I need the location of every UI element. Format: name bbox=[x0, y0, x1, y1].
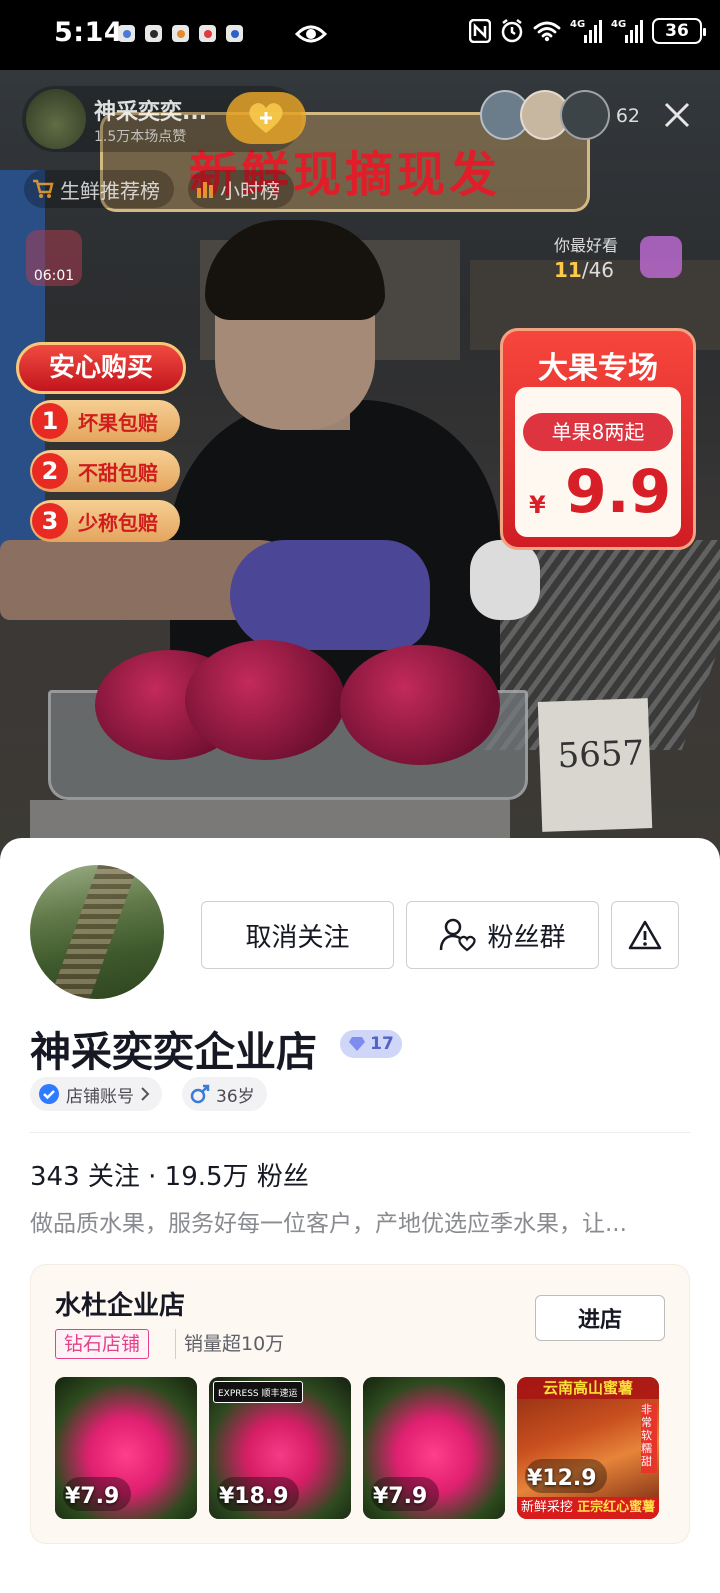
profile-name: 神采奕奕企业店 bbox=[30, 1028, 317, 1076]
product-card[interactable]: ¥7.9 bbox=[363, 1377, 505, 1519]
account-type-label: 店铺账号 bbox=[66, 1086, 134, 1107]
rank-hourly-label: 小时榜 bbox=[220, 178, 280, 203]
enter-store-button[interactable]: 进店 bbox=[535, 1295, 665, 1341]
eye-icon bbox=[295, 25, 327, 43]
fan-level-badge[interactable]: 17 bbox=[340, 1030, 402, 1058]
nfc-icon bbox=[469, 19, 491, 43]
enter-store-label: 进店 bbox=[577, 1308, 622, 1333]
guarantee-sign: 安心购买 1 坏果包赔 2 不甜包赔 3 少称包赔 bbox=[16, 342, 190, 552]
diamond-icon bbox=[349, 1037, 366, 1051]
rank-hourly[interactable]: 小时榜 bbox=[188, 170, 294, 208]
fan-group-label: 粉丝群 bbox=[487, 922, 566, 953]
host-figure-hair bbox=[205, 220, 385, 320]
promo-tag: 单果8两起 bbox=[523, 413, 673, 451]
fan-group-button[interactable]: 粉丝群 bbox=[406, 901, 599, 969]
product-side-label: 非常软糯甜 bbox=[641, 1403, 657, 1473]
handwritten-note: 5657 bbox=[537, 698, 653, 832]
promo-price: 9.9 bbox=[565, 457, 672, 527]
product-price: ¥7.9 bbox=[373, 1484, 428, 1509]
warning-icon bbox=[628, 920, 662, 950]
gift-cube-icon bbox=[640, 236, 682, 278]
guarantee-title: 安心购买 bbox=[16, 342, 186, 394]
viewer-count[interactable]: 62 bbox=[616, 105, 640, 127]
rank-fresh-recommend-label: 生鲜推荐榜 bbox=[60, 178, 160, 203]
product-list: ¥7.9 EXPRESS 顺丰速运 ¥18.9 ¥7.9 云南高山蜜薯 非常软糯… bbox=[55, 1377, 659, 1519]
divider bbox=[30, 1132, 690, 1133]
alarm-icon bbox=[501, 19, 523, 43]
male-icon bbox=[190, 1084, 210, 1104]
follow-button[interactable] bbox=[226, 92, 306, 144]
host-likes: 1.5万本场点赞 bbox=[94, 129, 187, 145]
promo-price-card: 单果8两起 ¥ 9.9 bbox=[515, 387, 681, 537]
guarantee-item: 2 不甜包赔 bbox=[30, 450, 180, 492]
guarantee-item: 1 坏果包赔 bbox=[30, 400, 180, 442]
product-card[interactable]: ¥7.9 bbox=[55, 1377, 197, 1519]
product-price: ¥7.9 bbox=[65, 1484, 120, 1509]
unfollow-label: 取消关注 bbox=[245, 922, 350, 953]
rank-fresh-recommend[interactable]: 生鲜推荐榜 bbox=[24, 170, 174, 208]
promo-card[interactable]: 大果专场 单果8两起 ¥ 9.9 bbox=[500, 328, 696, 550]
recommend-counter: 11/46 bbox=[554, 258, 615, 282]
dragon-fruit bbox=[185, 640, 345, 760]
gender-age-chip: 36岁 bbox=[182, 1077, 267, 1111]
app-notification-icon bbox=[145, 25, 162, 42]
app-notification-icon bbox=[226, 25, 243, 42]
cellular-signal-icon: 4G bbox=[570, 19, 602, 43]
rank-row: 生鲜推荐榜 小时榜 bbox=[24, 170, 294, 208]
store-card[interactable]: 水杜企业店 钻石店铺 销量超10万 进店 ¥7.9 EXPRESS 顺丰速运 ¥… bbox=[30, 1264, 690, 1544]
wifi-icon bbox=[533, 21, 561, 42]
white-glove bbox=[470, 540, 540, 620]
report-button[interactable] bbox=[611, 901, 679, 969]
host-name: 神采奕奕... bbox=[94, 100, 208, 125]
product-price: ¥18.9 bbox=[219, 1484, 289, 1509]
promo-title: 大果专场 bbox=[538, 351, 658, 386]
sf-express-logo: EXPRESS 顺丰速运 bbox=[213, 1381, 303, 1403]
user-heart-icon bbox=[440, 918, 477, 952]
profile-avatar[interactable] bbox=[30, 865, 164, 999]
store-account-chip[interactable]: 店铺账号 bbox=[30, 1077, 162, 1111]
product-footer: 新鲜采挖 正宗红心蜜薯 bbox=[517, 1497, 659, 1519]
battery-icon: 36 bbox=[652, 18, 706, 44]
app-notification-icon bbox=[172, 25, 189, 42]
close-icon[interactable] bbox=[664, 102, 690, 128]
store-sales: 销量超10万 bbox=[175, 1329, 284, 1359]
unfollow-button[interactable]: 取消关注 bbox=[201, 901, 394, 969]
store-name: 水杜企业店 bbox=[55, 1291, 186, 1321]
profile-sheet: 取消关注 粉丝群 神采奕奕企业店 17 店铺账号 36岁 343 关注 · 19… bbox=[0, 838, 720, 1593]
recommend-widget[interactable]: 你最好看 11/46 bbox=[554, 228, 682, 292]
guarantee-item: 3 少称包赔 bbox=[30, 500, 180, 542]
notification-icons bbox=[118, 25, 243, 42]
heart-plus-icon bbox=[249, 103, 283, 133]
follow-stats[interactable]: 343 关注 · 19.5万 粉丝 bbox=[30, 1156, 309, 1193]
product-card[interactable]: EXPRESS 顺丰速运 ¥18.9 bbox=[209, 1377, 351, 1519]
product-card[interactable]: 云南高山蜜薯 非常软糯甜 ¥12.9 新鲜采挖 正宗红心蜜薯 bbox=[517, 1377, 659, 1519]
timer-text: 06:01 bbox=[33, 268, 75, 284]
status-bar: 5:14 4G 4G 36 bbox=[0, 0, 720, 70]
chevron-right-icon bbox=[141, 1087, 150, 1101]
recommend-label: 你最好看 bbox=[554, 236, 619, 255]
status-right: 4G 4G 36 bbox=[469, 18, 706, 44]
viewer-avatar[interactable] bbox=[560, 90, 610, 140]
cellular-signal-icon: 4G bbox=[611, 19, 643, 43]
purple-glove bbox=[230, 540, 430, 650]
promo-currency: ¥ bbox=[529, 491, 546, 519]
age-label: 36岁 bbox=[216, 1086, 255, 1107]
live-video[interactable]: 5657 新鲜现摘现发 神采奕奕... 1.5万本场点赞 62 生鲜推荐榜 小时… bbox=[0, 70, 720, 870]
viewer-avatars[interactable] bbox=[480, 90, 610, 140]
lucky-bag-timer[interactable]: 06:01 bbox=[26, 230, 82, 286]
dragon-fruit bbox=[340, 645, 500, 765]
cart-icon bbox=[33, 179, 54, 198]
bar-chart-icon bbox=[197, 182, 213, 198]
profile-bio[interactable]: 做品质水果，服务好每一位客户，产地优选应季水果，让... bbox=[30, 1204, 690, 1238]
app-notification-icon bbox=[199, 25, 216, 42]
store-tag: 钻石店铺 bbox=[55, 1329, 150, 1359]
product-headline: 云南高山蜜薯 bbox=[517, 1377, 659, 1399]
app-notification-icon bbox=[118, 25, 135, 42]
verified-icon bbox=[39, 1084, 59, 1104]
host-avatar[interactable] bbox=[26, 89, 86, 149]
product-price: ¥12.9 bbox=[527, 1466, 597, 1491]
status-time: 5:14 bbox=[54, 17, 124, 48]
